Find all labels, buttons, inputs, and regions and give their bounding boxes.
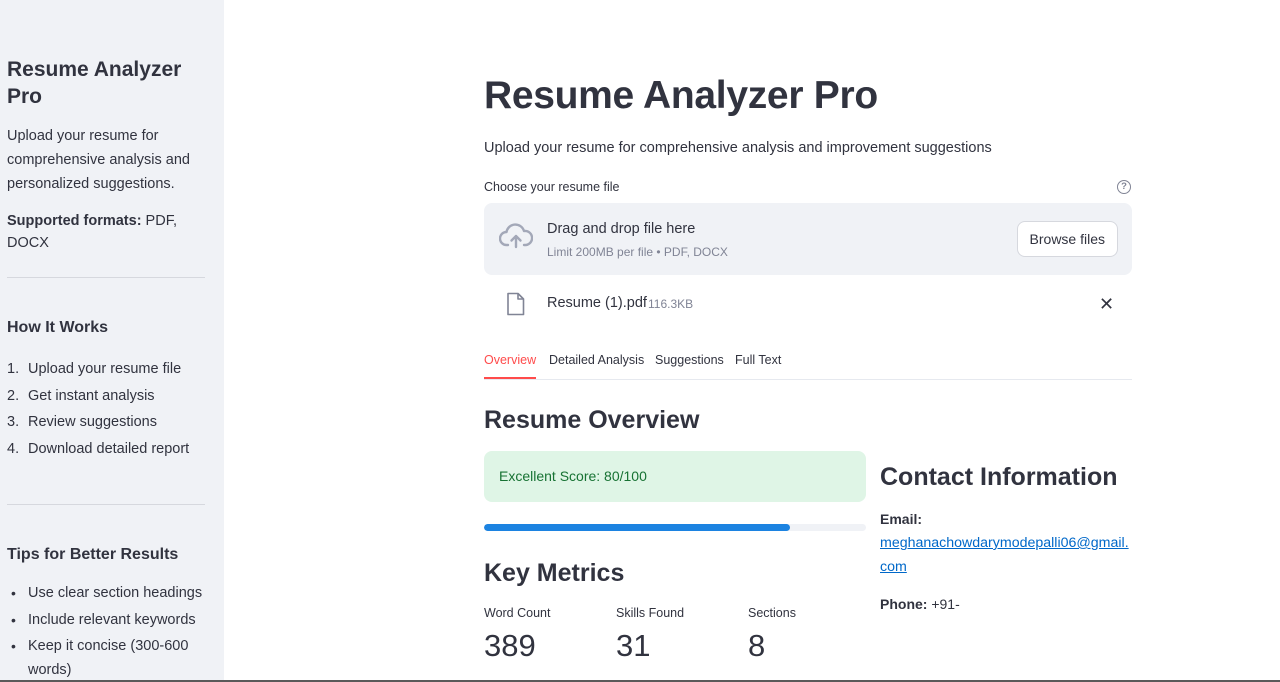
metric-value: 8 (748, 628, 766, 663)
contact-heading: Contact Information (880, 463, 1118, 491)
help-icon[interactable]: ? (1117, 180, 1131, 194)
dropzone-instruction: Drag and drop file here (547, 221, 696, 237)
phone-row: Phone: +91- (880, 596, 960, 612)
tips-list: • Use clear section headings • Include rel… (7, 582, 207, 682)
metric-value: 389 (484, 628, 536, 663)
file-name: Resume (1).pdf (547, 295, 647, 311)
page-title: Resume Analyzer Pro (484, 74, 878, 117)
tab-bar: Overview Detailed Analysis Suggestions F… (484, 351, 1132, 380)
tips-heading: Tips for Better Results (7, 546, 179, 563)
tab-full-text[interactable]: Full Text (735, 353, 781, 379)
step-item: 4. Download detailed report (7, 436, 189, 463)
browse-files-button[interactable]: Browse files (1016, 221, 1118, 257)
metric-value: 31 (616, 628, 651, 663)
sidebar: Resume Analyzer Pro Upload your resume f… (0, 0, 224, 682)
page-subtitle: Upload your resume for comprehensive ana… (484, 140, 992, 156)
how-it-works-heading: How It Works (7, 319, 109, 336)
overview-heading: Resume Overview (484, 406, 700, 434)
tip-item: • Use clear section headings (7, 582, 207, 606)
email-label-text: Email: (880, 511, 923, 527)
score-progress-bar (484, 524, 866, 531)
bullet-icon: • (11, 611, 16, 628)
sidebar-description: Upload your resume for comprehensive ana… (7, 128, 190, 192)
file-size: 116.3KB (648, 297, 694, 311)
uploader-label: Choose your resume file (484, 180, 620, 194)
step-item: 3. Review suggestions (7, 409, 189, 436)
step-number: 1. (7, 361, 20, 377)
metric-skills-found: Skills Found 31 (616, 606, 684, 664)
score-progress-fill (484, 524, 790, 531)
step-item: 1. Upload your resume file (7, 356, 189, 383)
metric-label: Word Count (484, 606, 551, 620)
tip-text: Keep it concise (300-600 words) (28, 638, 189, 678)
step-text: Review suggestions (28, 414, 157, 430)
sidebar-title: Resume Analyzer Pro (7, 58, 182, 108)
metric-word-count: Word Count 389 (484, 606, 550, 664)
how-it-works-list: 1. Upload your resume file 2. Get instant … (7, 356, 189, 462)
tip-item: • Include relevant keywords (7, 609, 207, 633)
file-dropzone[interactable]: Drag and drop file here Limit 200MB per … (484, 203, 1132, 275)
metric-label: Skills Found (616, 606, 685, 620)
supported-formats-label: Supported formats: (7, 213, 142, 229)
step-text: Get instant analysis (28, 387, 155, 404)
step-number: 4. (7, 440, 20, 457)
file-icon (506, 292, 525, 321)
step-text: Upload your resume file (28, 361, 182, 377)
dropzone-limit: Limit 200MB per file • PDF, DOCX (547, 245, 728, 259)
key-metrics-heading: Key Metrics (484, 559, 625, 587)
tab-suggestions[interactable]: Suggestions (655, 353, 724, 379)
bullet-icon: • (11, 585, 16, 601)
email-label: Email: (880, 511, 922, 527)
tab-overview[interactable]: Overview (484, 353, 537, 379)
metric-sections: Sections 8 (748, 606, 796, 664)
email-link[interactable]: meghanachowdarymodepalli06@gmail.com (880, 532, 1132, 579)
step-number: 2. (7, 387, 20, 404)
phone-label: Phone: (880, 596, 928, 612)
tip-text: Include relevant keywords (28, 611, 196, 628)
supported-formats: Supported formats: PDF, DOCX (7, 210, 212, 254)
sidebar-divider (7, 504, 205, 505)
step-text: Download detailed report (28, 440, 190, 457)
sidebar-divider (7, 277, 205, 278)
step-number: 3. (7, 414, 20, 430)
close-icon[interactable]: ✕ (1099, 294, 1114, 315)
score-alert: Excellent Score: 80/100 (484, 451, 866, 502)
tab-detailed-analysis[interactable]: Detailed Analysis (549, 353, 644, 379)
tip-item: • Keep it concise (300-600 words) (7, 635, 207, 682)
cloud-upload-icon (498, 223, 534, 256)
uploaded-file: Resume (1).pdf 116.3KB ✕ (484, 288, 1132, 320)
tip-text: Use clear section headings (28, 585, 203, 601)
metric-label: Sections (748, 606, 796, 620)
step-item: 2. Get instant analysis (7, 383, 189, 410)
bullet-icon: • (11, 638, 16, 654)
phone-value: +91- (927, 596, 960, 612)
